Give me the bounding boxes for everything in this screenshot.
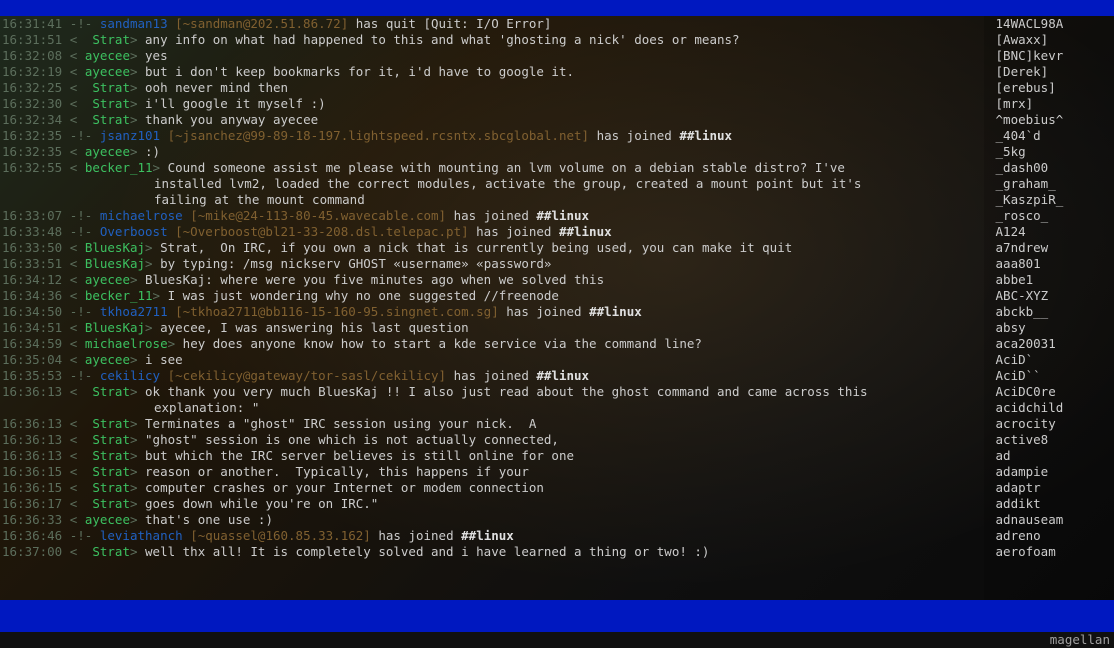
nick-entry[interactable]: active8	[988, 432, 1114, 448]
log-line: failing at the mount command	[2, 192, 984, 208]
tmux-status-bar: [work] 1 ❯ bash 2 ❯ bash 3 ❯ bash 7 ❯ mu…	[0, 632, 1114, 648]
log-line: 16:34:50 -!- tkhoa2711 [~tkhoa2711@bb116…	[2, 304, 984, 320]
tmux-host: magellan	[1050, 632, 1110, 648]
nick-entry[interactable]: a7ndrew	[988, 240, 1114, 256]
log-line: 16:32:55 < becker_11> Cound someone assi…	[2, 160, 984, 176]
nick-entry[interactable]: abckb__	[988, 304, 1114, 320]
log-line: 16:34:36 < becker_11> I was just wonderi…	[2, 288, 984, 304]
log-line: installed lvm2, loaded the correct modul…	[2, 176, 984, 192]
nick-entry[interactable]: [BNC]kevr	[988, 48, 1114, 64]
log-line: 16:36:15 < Strat> reason or another. Typ…	[2, 464, 984, 480]
channel-topic-bar: Forums is back in testing http://forums.…	[0, 0, 1114, 16]
log-line: 16:33:07 -!- michaelrose [~mike@24-113-8…	[2, 208, 984, 224]
log-line: 16:32:30 < Strat> i'll google it myself …	[2, 96, 984, 112]
log-line: 16:33:50 < BluesKaj> Strat, On IRC, if y…	[2, 240, 984, 256]
nick-entry[interactable]: _dash00	[988, 160, 1114, 176]
nick-entry[interactable]: AciD`	[988, 352, 1114, 368]
log-line: 16:36:13 < Strat> but which the IRC serv…	[2, 448, 984, 464]
nick-entry[interactable]: [Derek]	[988, 64, 1114, 80]
status-bar-2: % | 10 #archlinux.de | 11 ##c | 12 ##c++…	[0, 616, 1114, 632]
nick-entry[interactable]: [erebus]	[988, 80, 1114, 96]
nick-entry[interactable]: abbe1	[988, 272, 1114, 288]
log-line: 16:32:25 < Strat> ooh never mind then	[2, 80, 984, 96]
log-line: 16:32:35 < ayecee> :)	[2, 144, 984, 160]
log-line: 16:36:15 < Strat> computer crashes or yo…	[2, 480, 984, 496]
nick-entry[interactable]: adampie	[988, 464, 1114, 480]
nick-entry[interactable]: adnauseam	[988, 512, 1114, 528]
nick-entry[interactable]: [Awaxx]	[988, 32, 1114, 48]
log-line: 16:33:51 < BluesKaj> by typing: /msg nic…	[2, 256, 984, 272]
nick-entry[interactable]: ^moebius^	[988, 112, 1114, 128]
nick-entry[interactable]: ad	[988, 448, 1114, 464]
nick-entry[interactable]: _404`d	[988, 128, 1114, 144]
log-line: 16:36:33 < ayecee> that's one use :)	[2, 512, 984, 528]
log-line: 16:34:12 < ayecee> BluesKaj: where were …	[2, 272, 984, 288]
log-line: 16:36:13 < Strat> Terminates a "ghost" I…	[2, 416, 984, 432]
status-bar-1: 14 16:37:02 freanux (+Zi) freenode ##lin…	[0, 600, 1114, 616]
nick-entry[interactable]: _graham_	[988, 176, 1114, 192]
log-line: explanation: "	[2, 400, 984, 416]
log-line: 16:36:46 -!- leviathanch [~quassel@160.8…	[2, 528, 984, 544]
nick-entry[interactable]: _5kg	[988, 144, 1114, 160]
log-line: 16:35:53 -!- cekilicy [~cekilicy@gateway…	[2, 368, 984, 384]
log-line: 16:34:59 < michaelrose> hey does anyone …	[2, 336, 984, 352]
log-line: 16:35:04 < ayecee> i see	[2, 352, 984, 368]
nick-entry[interactable]: addikt	[988, 496, 1114, 512]
nick-entry[interactable]: aaa801	[988, 256, 1114, 272]
log-line: 16:36:13 < Strat> ok thank you very much…	[2, 384, 984, 400]
nick-entry[interactable]: AciDC0re	[988, 384, 1114, 400]
nick-entry[interactable]: A124	[988, 224, 1114, 240]
nick-entry[interactable]: acrocity	[988, 416, 1114, 432]
log-line: 16:32:19 < ayecee> but i don't keep book…	[2, 64, 984, 80]
log-line: 16:36:17 < Strat> goes down while you're…	[2, 496, 984, 512]
nick-entry[interactable]: adaptr	[988, 480, 1114, 496]
log-line: 16:31:51 < Strat> any info on what had h…	[2, 32, 984, 48]
main-area: 16:31:41 -!- sandman13 [~sandman@202.51.…	[0, 16, 1114, 600]
log-line: 16:32:35 -!- jsanz101 [~jsanchez@99-89-1…	[2, 128, 984, 144]
nick-entry[interactable]: _rosco_	[988, 208, 1114, 224]
nick-entry[interactable]: AciD``	[988, 368, 1114, 384]
chat-log[interactable]: 16:31:41 -!- sandman13 [~sandman@202.51.…	[0, 16, 984, 600]
nick-entry[interactable]: aca20031	[988, 336, 1114, 352]
log-line: 16:32:34 < Strat> thank you anyway ayece…	[2, 112, 984, 128]
log-line: 16:32:08 < ayecee> yes	[2, 48, 984, 64]
log-line: 16:33:48 -!- Overboost [~Overboost@bl21-…	[2, 224, 984, 240]
nick-entry[interactable]: aerofoam	[988, 544, 1114, 560]
log-line: 16:36:13 < Strat> "ghost" session is one…	[2, 432, 984, 448]
log-line: 16:34:51 < BluesKaj> ayecee, I was answe…	[2, 320, 984, 336]
log-line: 16:37:00 < Strat> well thx all! It is co…	[2, 544, 984, 560]
nick-list[interactable]: 14WACL98A [Awaxx] [BNC]kevr [Derek] [ere…	[984, 16, 1114, 600]
nick-entry[interactable]: [mrx]	[988, 96, 1114, 112]
nick-entry[interactable]: _KaszpiR_	[988, 192, 1114, 208]
log-line: 16:31:41 -!- sandman13 [~sandman@202.51.…	[2, 16, 984, 32]
nick-entry[interactable]: adreno	[988, 528, 1114, 544]
nick-entry[interactable]: absy	[988, 320, 1114, 336]
nick-entry[interactable]: ABC-XYZ	[988, 288, 1114, 304]
nick-entry[interactable]: acidchild	[988, 400, 1114, 416]
nick-entry[interactable]: 14WACL98A	[988, 16, 1114, 32]
